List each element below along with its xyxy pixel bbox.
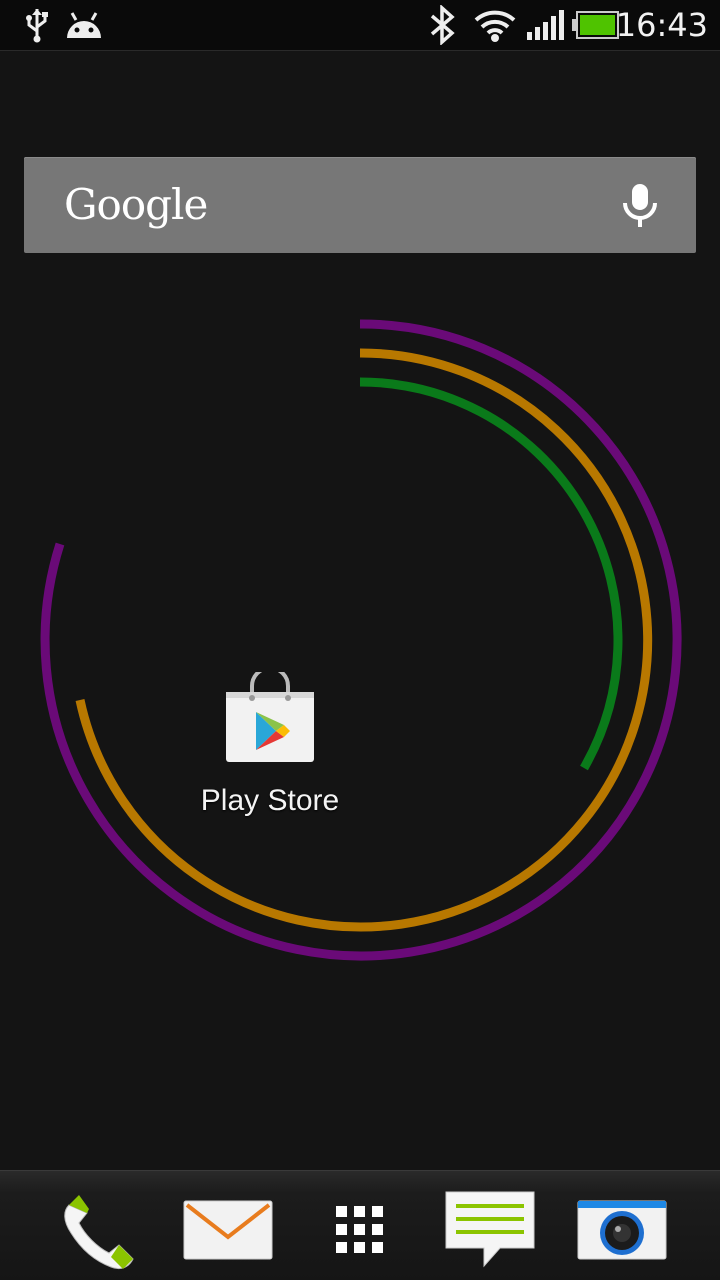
- ring-orange: [75, 348, 653, 932]
- mail-icon[interactable]: [178, 1185, 278, 1275]
- camera-icon[interactable]: [572, 1185, 672, 1275]
- wallpaper-rings: [40, 319, 682, 961]
- ring-purple: [40, 319, 682, 961]
- phone-icon[interactable]: [48, 1185, 148, 1275]
- app-drawer-icon[interactable]: [310, 1185, 410, 1275]
- play-store-label[interactable]: Play Store: [170, 784, 370, 818]
- ring-green: [359, 377, 623, 771]
- play-store-icon[interactable]: [222, 666, 318, 764]
- dock: [0, 1170, 720, 1280]
- home-screen: 16:43 Google Play Store: [0, 0, 720, 1280]
- messages-icon[interactable]: [440, 1185, 540, 1275]
